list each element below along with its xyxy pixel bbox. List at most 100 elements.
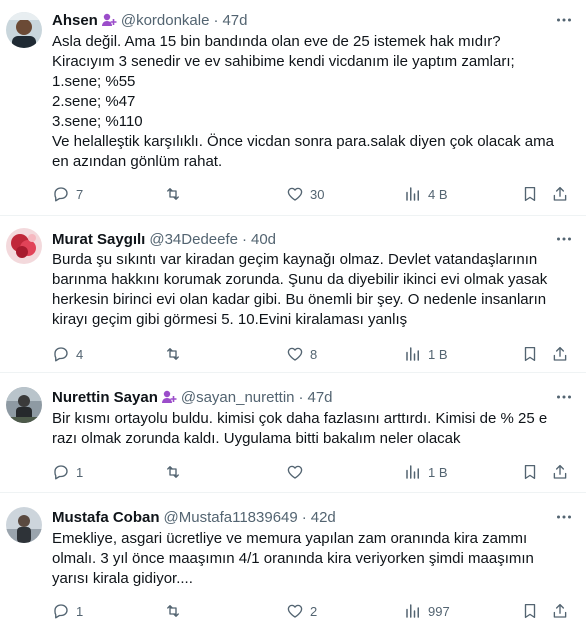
retweet-icon <box>167 348 179 360</box>
text-line: kirayı geçim gibi görmesi 5. 10.Evini ki… <box>52 311 408 328</box>
text-line: olmalı. 3 yıl önce maaşımın 4/1 oranında… <box>52 550 534 567</box>
more-options-icon[interactable] <box>554 507 574 527</box>
tweet-text: Bir kısmı ortayolu buldu. kimisi çok dah… <box>52 409 572 449</box>
text-line: Emekliye, asgari ücretliye ve memura yap… <box>52 530 528 547</box>
user-handle[interactable]: @Mustafa11839649 <box>164 509 298 526</box>
views-button[interactable]: 1 B <box>404 462 448 482</box>
like-count: 8 <box>310 346 318 362</box>
text-line: razı olmak zorunda kaldı. Uygulama bitti… <box>52 430 461 447</box>
bookmark-button[interactable] <box>521 462 539 482</box>
tweet-header: Murat Saygılı @34Dedeefe · 40d <box>52 229 276 249</box>
user-handle[interactable]: @34Dedeefe <box>149 231 238 248</box>
reply-button[interactable]: 4 <box>52 344 83 364</box>
views-button[interactable]: 1 B <box>404 344 448 364</box>
timestamp[interactable]: 47d <box>222 12 247 29</box>
more-options-icon[interactable] <box>554 229 574 249</box>
share-icon <box>553 464 567 479</box>
action-bar: 7 30 4 B <box>52 184 576 204</box>
tweet-header: Mustafa Coban @Mustafa11839649 · 42d <box>52 507 336 527</box>
reply-button[interactable]: 1 <box>52 601 83 621</box>
text-line: en azından gönlüm rahat. <box>52 153 223 170</box>
view-count: 4 B <box>428 186 448 202</box>
more-options-icon[interactable] <box>554 387 574 407</box>
tweet[interactable]: Murat Saygılı @34Dedeefe · 40d Burda şu … <box>0 216 586 373</box>
tweet[interactable]: Nurettin Sayan @sayan_nurettin · 47d Bir… <box>0 373 586 493</box>
timestamp[interactable]: 40d <box>251 231 276 248</box>
tweet-header: Ahsen @kordonkale · 47d <box>52 10 247 30</box>
bookmark-button[interactable] <box>521 184 539 204</box>
bookmark-icon <box>524 464 536 480</box>
like-count: 30 <box>310 186 325 202</box>
text-line: herkesin birinci evi olan kadar gibi. Bu… <box>52 291 547 308</box>
more-options-icon[interactable] <box>554 10 574 30</box>
heart-icon <box>287 347 303 361</box>
user-handle[interactable]: @sayan_nurettin <box>181 389 295 406</box>
share-button[interactable] <box>551 344 569 364</box>
retweet-button[interactable] <box>164 462 188 482</box>
view-count: 1 B <box>428 346 448 362</box>
bookmark-button[interactable] <box>521 344 539 364</box>
retweet-button[interactable] <box>164 344 188 364</box>
share-icon <box>553 603 567 618</box>
like-count: 2 <box>310 603 318 619</box>
views-chart-icon <box>406 604 419 618</box>
timestamp[interactable]: 47d <box>308 389 333 406</box>
avatar[interactable] <box>6 507 42 543</box>
person-badge-icon <box>101 12 117 28</box>
reply-count: 1 <box>76 464 84 480</box>
tweet-text: Emekliye, asgari ücretliye ve memura yap… <box>52 529 572 589</box>
action-bar: 1 2 997 <box>52 601 576 621</box>
bookmark-icon <box>524 346 536 362</box>
separator-dot: · <box>301 508 307 526</box>
share-button[interactable] <box>551 601 569 621</box>
display-name[interactable]: Mustafa Coban <box>52 509 160 526</box>
action-bar: 1 1 B <box>52 462 576 482</box>
tweet[interactable]: Ahsen @kordonkale · 47d Asla değil. Ama … <box>0 0 586 216</box>
action-bar: 4 8 1 B <box>52 344 576 364</box>
bookmark-button[interactable] <box>521 601 539 621</box>
text-line: yarısı kirala gidiyor.... <box>52 570 193 587</box>
reply-count: 7 <box>76 186 84 202</box>
like-button[interactable]: 30 <box>286 184 324 204</box>
retweet-button[interactable] <box>164 184 188 204</box>
reply-count: 4 <box>76 346 84 362</box>
avatar[interactable] <box>6 12 42 48</box>
text-line: 1.sene; %55 <box>52 73 136 90</box>
display-name[interactable]: Nurettin Sayan <box>52 389 158 406</box>
tweet-text: Asla değil. Ama 15 bin bandında olan eve… <box>52 32 572 172</box>
separator-dot: · <box>298 388 304 406</box>
text-line: Burda şu sıkıntı var kiradan geçim kayna… <box>52 251 538 268</box>
avatar[interactable] <box>6 387 42 423</box>
like-button[interactable]: 8 <box>286 344 317 364</box>
avatar[interactable] <box>6 228 42 264</box>
text-line: Ve helalleştik karşılıklı. Önce vicdan s… <box>52 133 554 150</box>
views-chart-icon <box>406 347 419 361</box>
timestamp[interactable]: 42d <box>311 509 336 526</box>
like-button[interactable]: 2 <box>286 601 317 621</box>
separator-dot: · <box>241 230 247 248</box>
text-line: barınma hakkını korumak zorunda. Şunu da… <box>52 271 548 288</box>
text-line: 2.sene; %47 <box>52 93 136 110</box>
reply-icon <box>54 604 68 619</box>
views-button[interactable]: 997 <box>404 601 450 621</box>
tweet[interactable]: Mustafa Coban @Mustafa11839649 · 42d Eme… <box>0 493 586 634</box>
person-badge-icon <box>161 389 177 405</box>
bookmark-icon <box>524 186 536 202</box>
share-button[interactable] <box>551 462 569 482</box>
heart-icon <box>287 465 303 479</box>
user-handle[interactable]: @kordonkale <box>121 12 210 29</box>
share-icon <box>553 346 567 361</box>
retweet-icon <box>167 188 179 200</box>
reply-button[interactable]: 7 <box>52 184 83 204</box>
text-line: Asla değil. Ama 15 bin bandında olan eve… <box>52 33 501 50</box>
share-button[interactable] <box>551 184 569 204</box>
views-button[interactable]: 4 B <box>404 184 448 204</box>
display-name[interactable]: Ahsen <box>52 12 98 29</box>
heart-icon <box>287 604 303 618</box>
retweet-icon <box>167 466 179 478</box>
like-button[interactable] <box>286 462 310 482</box>
view-count: 997 <box>428 603 450 619</box>
retweet-button[interactable] <box>164 601 188 621</box>
reply-button[interactable]: 1 <box>52 462 83 482</box>
display-name[interactable]: Murat Saygılı <box>52 231 145 248</box>
